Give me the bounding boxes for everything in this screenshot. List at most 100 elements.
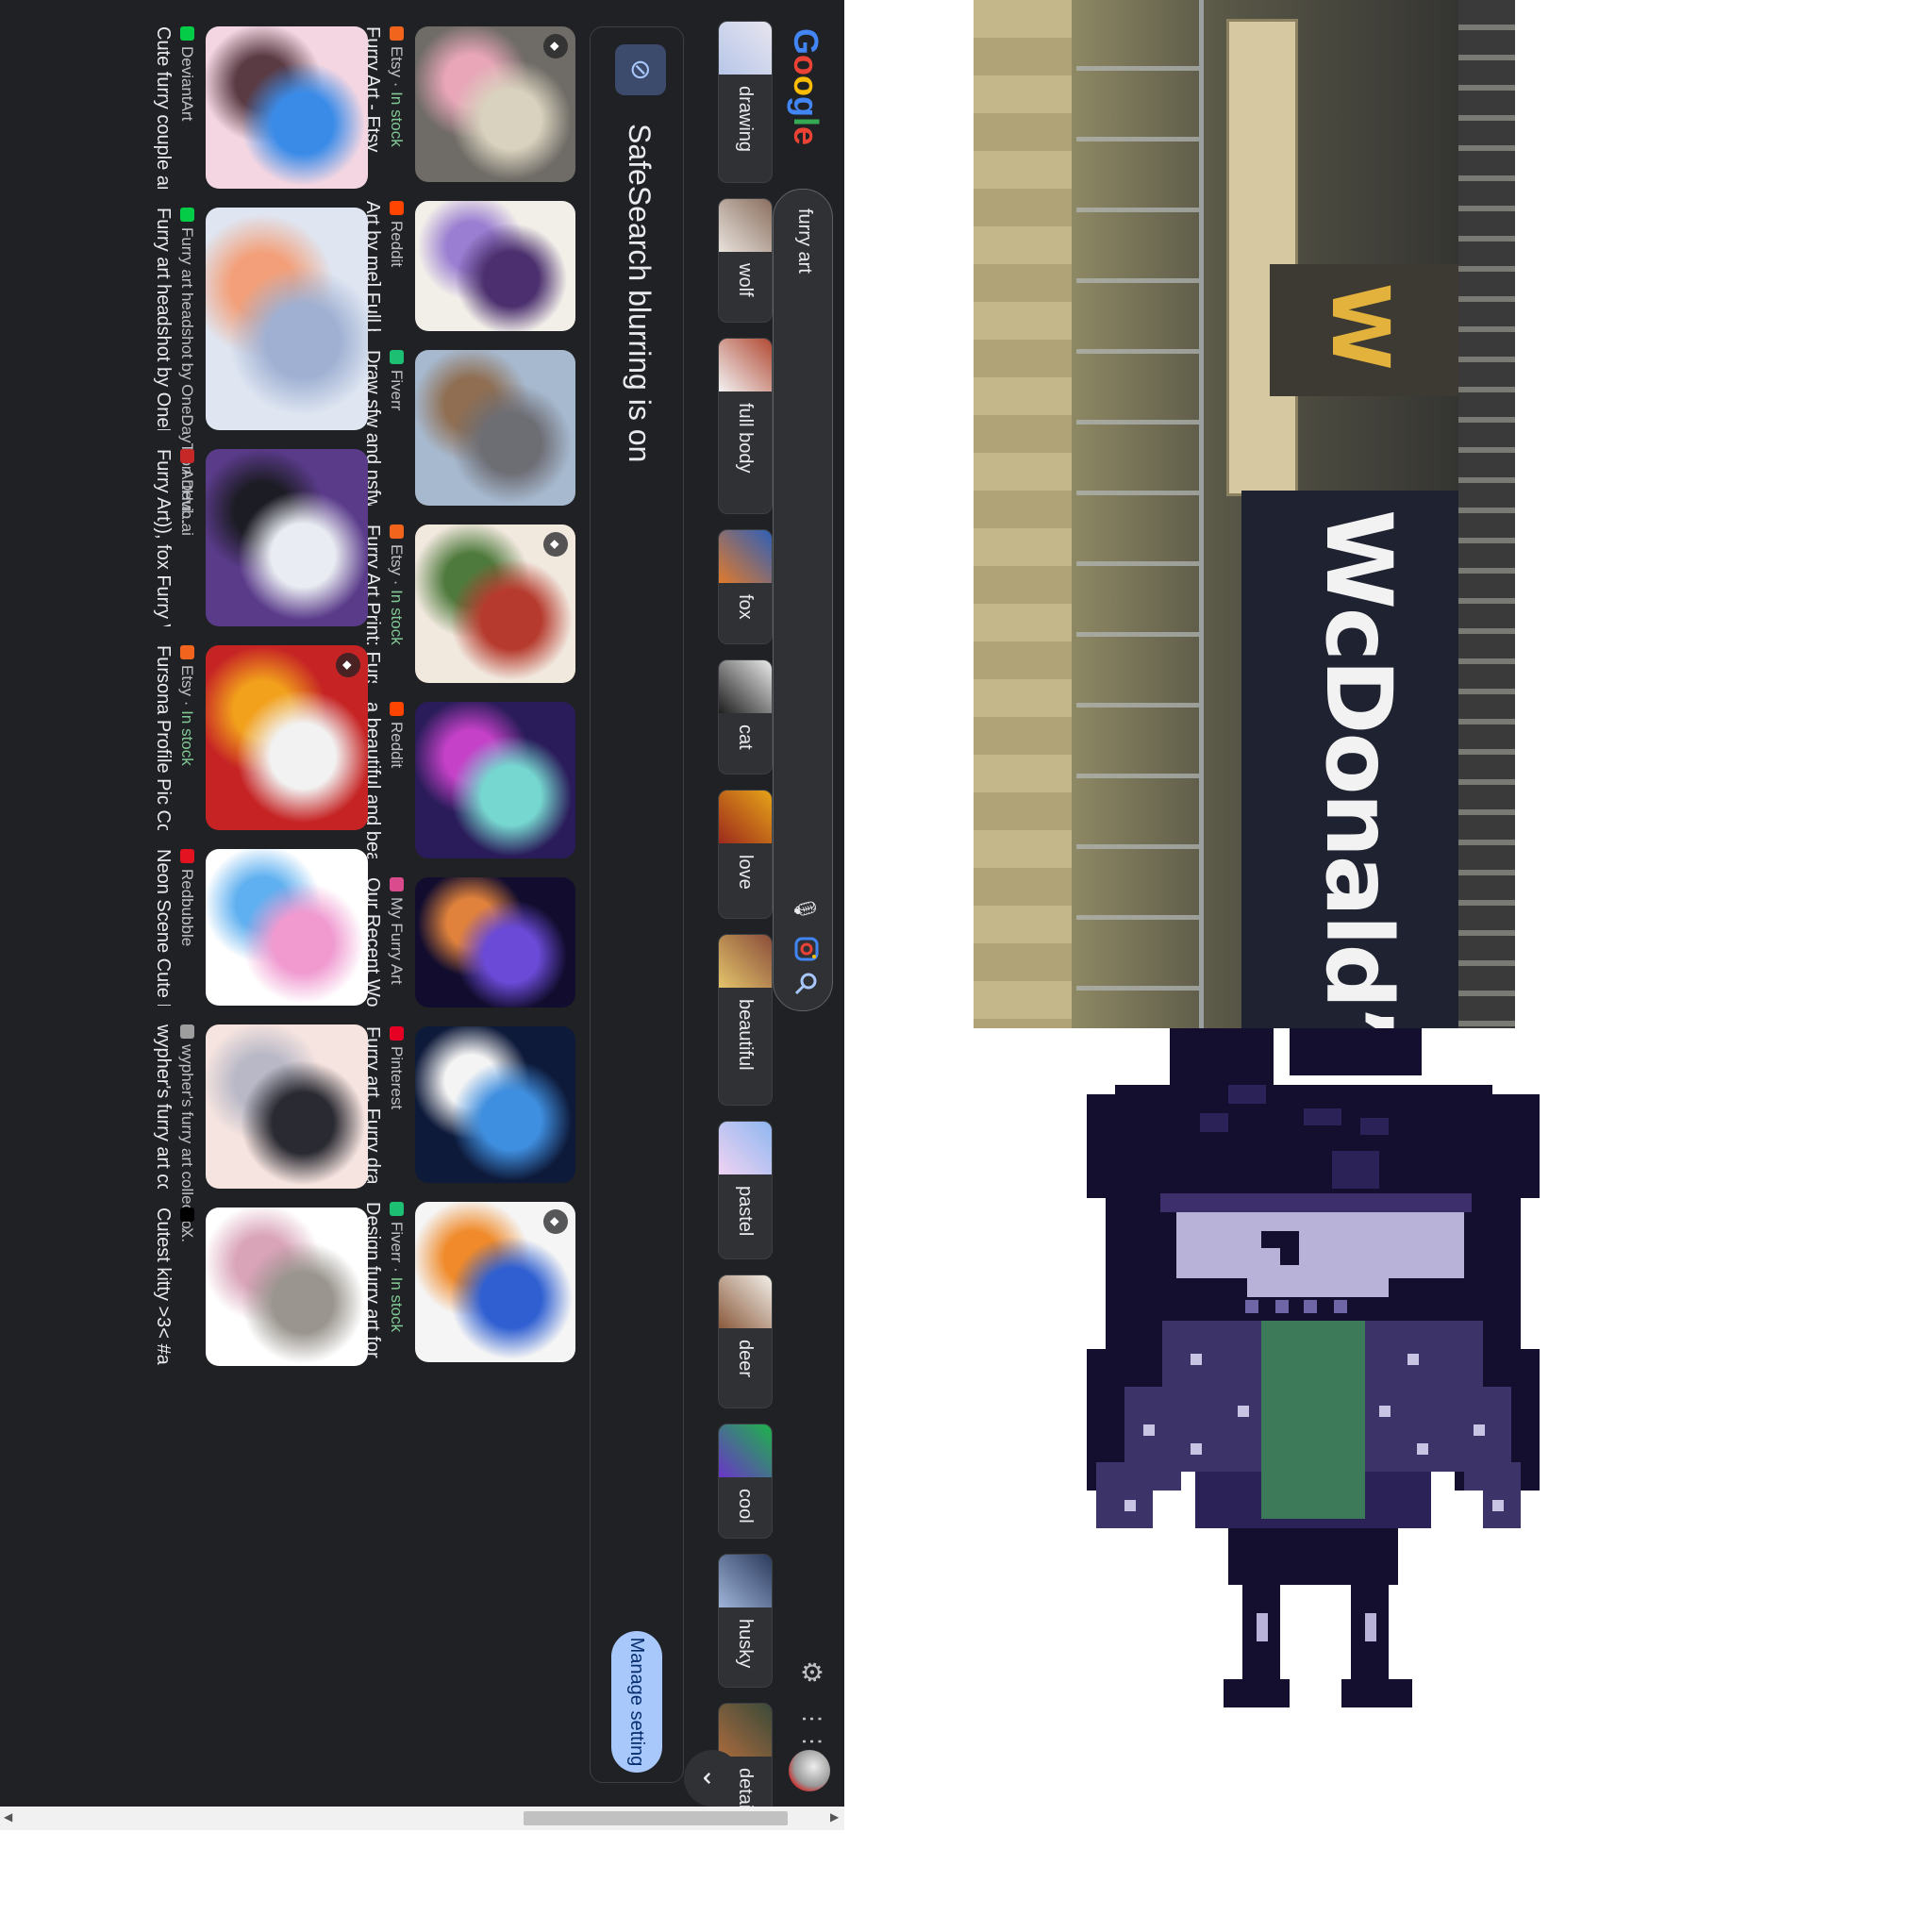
chip-thumbnail	[719, 935, 772, 988]
source-favicon-icon	[390, 525, 404, 539]
logo-letter: g	[787, 96, 825, 118]
separator: ·	[388, 77, 406, 92]
chip-thumbnail	[719, 199, 772, 252]
image-result-card[interactable]: DeviantArt Cute furry couple art for ...	[140, 26, 368, 189]
avatar[interactable]	[789, 1750, 830, 1791]
result-title[interactable]: wypher's furry art collecti...	[152, 1024, 174, 1189]
result-thumbnail[interactable]	[206, 1208, 368, 1366]
manage-setting-button[interactable]: Manage setting	[611, 1631, 662, 1773]
result-title[interactable]: Furry art headshot by OneDayT on ...	[152, 208, 174, 430]
scroll-right-arrow-icon[interactable]: ▶	[830, 1810, 839, 1824]
stock-status: In stock	[388, 1276, 406, 1333]
source-name: Reddit	[388, 722, 406, 769]
source-favicon-icon	[180, 208, 194, 222]
result-title[interactable]: Furry Art)), fox Furry Woma...	[152, 449, 174, 626]
chip-thumbnail	[719, 660, 772, 713]
result-thumbnail[interactable]	[415, 350, 575, 506]
result-thumbnail[interactable]	[415, 702, 575, 858]
image-result-card[interactable]: ArtHub.ai Furry Art)), fox Furry Woma...	[140, 449, 368, 626]
result-thumbnail[interactable]	[415, 1026, 575, 1183]
search-icon[interactable]	[786, 971, 819, 997]
chip-thumbnail	[719, 339, 772, 391]
chip-fox[interactable]: fox	[718, 529, 773, 644]
character-legs	[1224, 1528, 1412, 1707]
result-title[interactable]: Cute furry couple art for ...	[152, 26, 174, 189]
safesearch-notice: ⊘ SafeSearch blurring is on Manage setti…	[590, 26, 684, 1783]
result-thumbnail[interactable]	[206, 449, 368, 626]
chip-thumbnail	[719, 1275, 772, 1328]
result-title[interactable]: Cutest kitty >3< #artwor...	[152, 1208, 174, 1366]
search-bar[interactable]: furry art 🎙	[773, 189, 833, 1011]
result-thumbnail[interactable]: ⬥	[415, 1202, 575, 1362]
chip-label: husky	[735, 1619, 756, 1669]
lens-icon[interactable]	[786, 935, 821, 963]
result-thumbnail[interactable]	[206, 26, 368, 189]
image-result-card[interactable]: ⬥ Etsy · In stock Furry Art Print: Fursona…	[349, 525, 575, 683]
image-result-card[interactable]: My Furry Art Our Recent Work	[349, 877, 575, 1008]
result-thumbnail[interactable]	[206, 849, 368, 1006]
chip-cool[interactable]: cool	[718, 1424, 773, 1539]
result-thumbnail[interactable]	[415, 201, 575, 331]
result-thumbnail[interactable]	[206, 1024, 368, 1189]
store-counter	[1226, 19, 1298, 496]
source-favicon-icon	[390, 877, 404, 891]
chip-drawing[interactable]: drawing	[718, 21, 773, 183]
tag-icon: ⬥	[543, 532, 568, 557]
chip-beautiful[interactable]: beautiful	[718, 934, 773, 1106]
stock-status: In stock	[178, 710, 196, 766]
image-result-card[interactable]: Pinterest Furry art, Furry drawing, ...	[349, 1026, 575, 1183]
image-result-card[interactable]: X Cutest kitty >3< #artwor...	[140, 1208, 368, 1366]
result-thumbnail[interactable]	[415, 877, 575, 1008]
image-result-card[interactable]: ⬥ Fiverr · In stock Design furry art for y…	[349, 1202, 575, 1362]
image-result-card[interactable]: Furry art headshot by OneDayT on Devi...…	[140, 208, 368, 525]
image-result-card[interactable]: Fiverr Draw sfw and nsfw furry...	[349, 350, 575, 506]
result-title[interactable]: Fursona Profile Pic Commiss...	[152, 645, 174, 830]
chevron-down-icon[interactable]: ⌄	[684, 1750, 741, 1807]
chip-wolf[interactable]: wolf	[718, 198, 773, 323]
chip-thumbnail	[719, 1555, 772, 1607]
result-source: wypher's furry art collectio...	[177, 1024, 196, 1242]
result-title[interactable]: Neon Scene Cute Furry ...	[152, 849, 174, 1006]
image-result-card[interactable]: Reddit a beautiful and beautiful...	[349, 702, 575, 858]
result-source: Pinterest	[387, 1026, 406, 1109]
chip-husky[interactable]: husky	[718, 1554, 773, 1688]
gear-icon[interactable]: ⚙	[796, 1660, 827, 1684]
chip-cat[interactable]: cat	[718, 659, 773, 774]
image-result-card[interactable]: Redbubble Neon Scene Cute Furry ...	[140, 849, 368, 1006]
google-images-page: Google furry art 🎙 ⚙ ⋮⋮⋮ drawing wolf full…	[0, 0, 844, 1830]
result-thumbnail[interactable]: ⬥	[206, 645, 368, 830]
arches-panel: W	[1270, 264, 1458, 396]
image-result-card[interactable]: Reddit Art by me] Full body...	[349, 201, 575, 331]
image-result-card[interactable]: wypher's furry art collectio... wypher's …	[140, 1024, 368, 1242]
chip-thumbnail	[719, 1424, 772, 1477]
scrollbar-thumb[interactable]	[524, 1811, 788, 1825]
image-result-card[interactable]: ⬥ Etsy · In stock Fursona Profile Pic Comm…	[140, 645, 368, 830]
tiled-floor	[974, 0, 1072, 1028]
tag-icon: ⬥	[543, 1209, 568, 1234]
result-thumbnail[interactable]	[206, 208, 368, 430]
source-name: DeviantArt	[178, 46, 196, 122]
chip-full-body[interactable]: full body	[718, 338, 773, 514]
image-result-card[interactable]: ⬥ Etsy · In stock Furry Art - Etsy	[349, 26, 575, 182]
stock-status: In stock	[388, 92, 406, 147]
scroll-left-arrow-icon[interactable]: ◀	[4, 1810, 12, 1824]
result-thumbnail[interactable]: ⬥	[415, 26, 575, 182]
source-name: Etsy	[388, 544, 406, 576]
chip-love[interactable]: love	[718, 790, 773, 919]
horizontal-scrollbar[interactable]: ◀ ▶	[0, 1807, 844, 1830]
character-shirt	[1261, 1321, 1365, 1519]
chip-thumbnail	[719, 530, 772, 583]
source-favicon-icon	[390, 201, 404, 215]
result-source: ArtHub.ai	[177, 449, 196, 536]
railing	[1076, 0, 1204, 1028]
source-favicon-icon	[390, 1202, 404, 1216]
result-source: Reddit	[387, 702, 406, 768]
chip-deer[interactable]: deer	[718, 1274, 773, 1408]
result-thumbnail[interactable]: ⬥	[415, 525, 575, 683]
search-input[interactable]: furry art	[793, 208, 815, 274]
chip-pastel[interactable]: pastel	[718, 1121, 773, 1259]
mic-icon[interactable]: 🎙	[792, 895, 817, 922]
google-logo[interactable]: Google	[786, 28, 825, 145]
logo-letter: e	[787, 126, 825, 146]
source-favicon-icon	[180, 1024, 194, 1039]
